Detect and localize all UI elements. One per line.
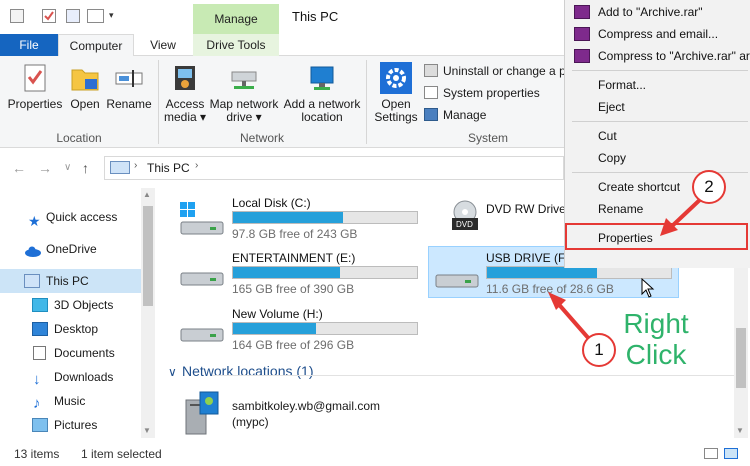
step-1-marker: 1 <box>582 333 616 367</box>
annotation-arrows <box>548 193 707 342</box>
step-2-marker: 2 <box>692 170 726 204</box>
right-click-annotation: Right Click <box>623 308 689 370</box>
